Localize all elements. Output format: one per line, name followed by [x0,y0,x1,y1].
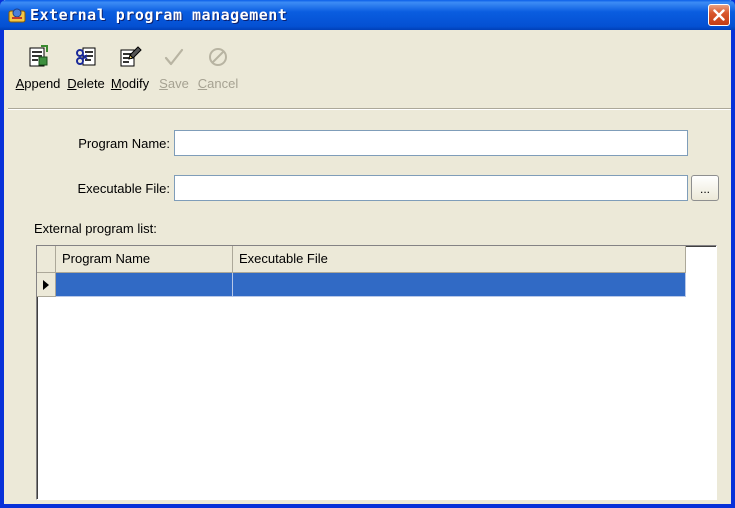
current-row-arrow-icon [43,279,49,290]
close-icon [713,9,725,21]
program-name-row: Program Name: [48,130,688,156]
program-name-label: Program Name: [78,135,170,151]
executable-file-input[interactable] [174,175,688,201]
save-button[interactable]: Save [152,34,196,104]
grid-header: Program Name Executable File [37,246,686,273]
append-button[interactable]: Append [12,34,64,104]
append-icon [27,42,49,72]
grid-corner [37,246,56,273]
cell-program-name[interactable] [56,273,233,297]
modify-button[interactable]: Modify [108,34,152,104]
program-list-grid[interactable]: Program Name Executable File [36,245,717,500]
executable-file-label: Executable File: [77,180,171,196]
save-label: ave [167,76,189,91]
column-header-program-name[interactable]: Program Name [56,246,233,273]
list-caption: External program list: [34,221,157,236]
title-bar[interactable]: External program management [0,0,735,30]
append-label: ppend [24,76,61,91]
browse-button[interactable]: ... [691,175,719,201]
modify-icon [118,42,142,72]
window-title: External program management [30,6,288,24]
delete-icon [74,42,98,72]
delete-accel: D [67,76,77,91]
cancel-label: ancel [207,76,239,91]
cancel-button[interactable]: Cancel [196,34,240,104]
table-row[interactable] [37,273,686,297]
modify-accel: M [110,76,122,91]
close-button[interactable] [708,4,730,26]
row-indicator [37,273,56,297]
modify-label: odify [121,76,150,91]
delete-label: elete [76,76,105,91]
executable-file-row: Executable File: ... [48,175,719,201]
checkmark-icon [163,42,185,72]
column-header-executable-file[interactable]: Executable File [233,246,686,273]
dialog-window: External program management Append Delet… [0,0,735,508]
cell-executable-file[interactable] [233,273,686,297]
app-icon [8,7,26,23]
toolbar-divider [8,108,731,110]
delete-button[interactable]: Delete [64,34,108,104]
save-accel: S [159,76,168,91]
toolbar: Append Delete Modify Save Cancel [12,34,240,104]
cancel-accel: C [197,76,208,91]
program-name-input[interactable] [174,130,688,156]
cancel-icon [207,42,229,72]
append-accel: A [15,76,25,91]
